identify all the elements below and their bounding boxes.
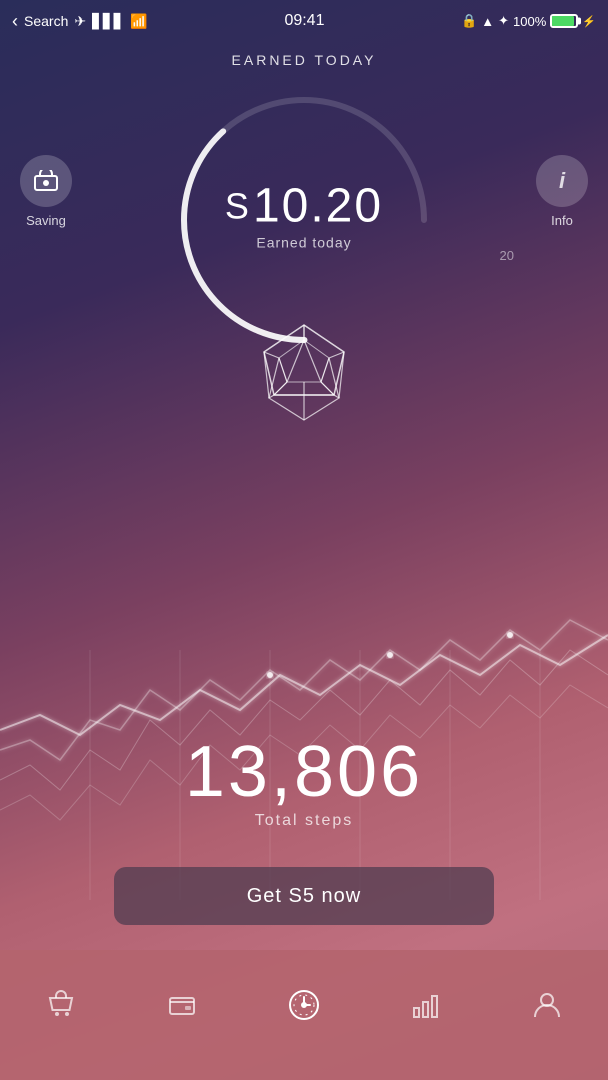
steps-section: 13,806 Total steps (0, 736, 608, 830)
status-right: 🔒 ▲ ✦ 100% ⚡ (461, 13, 596, 29)
cta-button[interactable]: Get S5 now (114, 867, 494, 925)
lock-icon: 🔒 (461, 13, 477, 29)
bottom-nav (0, 950, 608, 1080)
nav-item-profile[interactable] (519, 977, 575, 1033)
wallet-icon (164, 987, 200, 1023)
back-label[interactable]: Search (24, 13, 68, 29)
location-icon: ▲ (481, 14, 494, 29)
earned-label: Earned today (225, 235, 383, 251)
info-icon: i (536, 155, 588, 207)
info-label: Info (551, 213, 573, 228)
earned-value: 10.20 (253, 183, 383, 231)
charging-icon: ⚡ (582, 15, 596, 28)
gem-shape (239, 310, 369, 440)
page-title: EARNED TODAY (0, 52, 608, 68)
status-time: 09:41 (284, 12, 324, 30)
nav-item-wallet[interactable] (154, 977, 210, 1033)
shop-icon (43, 987, 79, 1023)
wifi-icon: 📶 (130, 13, 147, 30)
currency-symbol: S (225, 189, 251, 225)
back-chevron-icon[interactable]: ‹ (12, 11, 18, 32)
steps-label: Total steps (0, 812, 608, 830)
steps-count: 13,806 (0, 736, 608, 808)
nav-item-shop[interactable] (33, 977, 89, 1033)
status-bar: ‹ Search ✈ ▋▋▋ 📶 09:41 🔒 ▲ ✦ 100% ⚡ (0, 0, 608, 42)
earned-amount: S 10.20 (225, 183, 383, 231)
activity-icon (286, 987, 322, 1023)
status-left: ‹ Search ✈ ▋▋▋ 📶 (12, 11, 148, 32)
stats-icon (408, 987, 444, 1023)
saving-label: Saving (26, 213, 66, 228)
info-button[interactable]: i Info (536, 155, 588, 228)
gauge-center: S 10.20 Earned today (225, 183, 383, 251)
nav-item-stats[interactable] (398, 977, 454, 1033)
battery-percent: 100% (513, 14, 546, 29)
nav-item-activity[interactable] (276, 977, 332, 1033)
profile-icon (529, 987, 565, 1023)
airplane-icon: ✈ (74, 13, 86, 30)
battery-fill (552, 16, 574, 26)
scale-marker: 20 (500, 248, 514, 263)
bluetooth-icon: ✦ (498, 13, 509, 29)
saving-button[interactable]: Saving (20, 155, 72, 228)
signal-icon: ▋▋▋ (92, 13, 124, 30)
saving-icon (20, 155, 72, 207)
battery-icon (550, 14, 578, 28)
